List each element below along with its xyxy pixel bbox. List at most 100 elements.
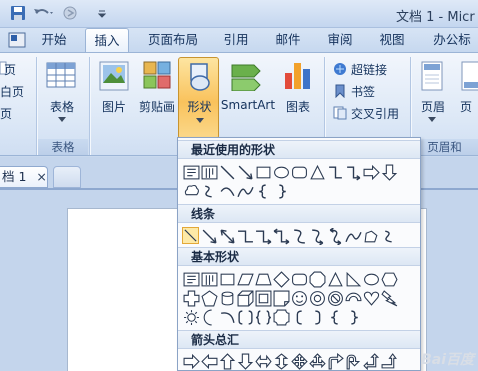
arrow-line-shape-icon[interactable]	[237, 164, 254, 181]
undo-icon[interactable]	[32, 5, 54, 23]
customize-qat-icon[interactable]	[98, 5, 106, 23]
diamond-shape-icon[interactable]	[273, 271, 290, 288]
curved-arrow-connector-shape-icon[interactable]	[309, 228, 326, 245]
up-down-arrow-shape-icon[interactable]	[273, 353, 290, 370]
textbox-shape-icon[interactable]	[183, 164, 200, 181]
header-button-label[interactable]: 页眉	[416, 98, 450, 115]
hyperlink-item[interactable]: 超链接	[351, 61, 387, 78]
table-button-label[interactable]: 表格	[44, 98, 80, 115]
rectangle-shape-icon[interactable]	[255, 164, 272, 181]
elbow-connector-shape-icon[interactable]	[237, 228, 254, 245]
double-arrow-shape-icon[interactable]	[219, 228, 236, 245]
textbox-shape-icon[interactable]	[183, 271, 200, 288]
table-icon[interactable]	[46, 61, 76, 91]
left-right-arrow-shape-icon[interactable]	[255, 353, 272, 370]
line-shape-selected[interactable]	[182, 227, 199, 244]
cloud-callout-shape-icon[interactable]	[183, 183, 200, 200]
smartart-icon[interactable]	[230, 61, 262, 91]
tab-insert[interactable]: 插入	[85, 28, 129, 52]
can-shape-icon[interactable]	[219, 290, 236, 307]
bookmark-icon[interactable]	[333, 84, 347, 98]
close-icon[interactable]: ×	[36, 169, 46, 184]
page-break-item[interactable]: 页	[0, 105, 12, 122]
pentagon-shape-icon[interactable]	[201, 290, 218, 307]
picture-icon[interactable]	[99, 61, 129, 91]
cube-shape-icon[interactable]	[237, 290, 254, 307]
save-icon[interactable]	[10, 5, 26, 23]
plaque-shape-icon[interactable]	[273, 309, 290, 326]
heart-shape-icon[interactable]	[363, 290, 380, 307]
hyperlink-icon[interactable]	[333, 62, 347, 76]
curve-shape-icon[interactable]	[345, 228, 362, 245]
block-arc-shape-icon[interactable]	[345, 290, 362, 307]
left-bracket-shape-icon[interactable]	[291, 309, 308, 326]
left-brace-shape-icon[interactable]	[327, 309, 344, 326]
left-brace-shape-icon[interactable]	[255, 183, 272, 200]
up-arrow-shape-icon[interactable]	[219, 353, 236, 370]
elbow-arrow-connector-shape-icon[interactable]	[255, 228, 272, 245]
cross-reference-icon[interactable]	[333, 106, 347, 120]
tab-page-layout[interactable]: 页面布局	[140, 28, 206, 52]
rounded-rectangle-shape-icon[interactable]	[291, 164, 308, 181]
cross-reference-item[interactable]: 交叉引用	[351, 105, 399, 122]
arrow-shape-icon[interactable]	[201, 228, 218, 245]
trapezoid-shape-icon[interactable]	[255, 271, 272, 288]
triangle-shape-icon[interactable]	[309, 164, 326, 181]
curve-shape-icon[interactable]	[237, 183, 254, 200]
scribble-shape-icon[interactable]	[381, 228, 398, 245]
oval-shape-icon[interactable]	[363, 271, 380, 288]
bevel-shape-icon[interactable]	[255, 290, 272, 307]
tab-references[interactable]: 引用	[216, 28, 256, 52]
shapes-button[interactable]: 形状	[178, 57, 219, 139]
oval-shape-icon[interactable]	[273, 164, 290, 181]
chart-button-label[interactable]: 图表	[280, 98, 316, 115]
right-triangle-shape-icon[interactable]	[345, 271, 362, 288]
parallelogram-shape-icon[interactable]	[237, 271, 254, 288]
smartart-button-label[interactable]: SmartArt	[220, 98, 276, 112]
right-brace-shape-icon[interactable]	[345, 309, 362, 326]
lightning-bolt-shape-icon[interactable]	[381, 290, 398, 307]
right-arrow-shape-icon[interactable]	[363, 164, 380, 181]
bookmark-item[interactable]: 书签	[351, 83, 375, 100]
rounded-rectangle-shape-icon[interactable]	[291, 271, 308, 288]
tab-home[interactable]: 开始	[34, 28, 74, 52]
u-turn-arrow-shape-icon[interactable]	[345, 353, 362, 370]
octagon-shape-icon[interactable]	[309, 271, 326, 288]
picture-button-label[interactable]: 图片	[96, 98, 132, 115]
triangle-shape-icon[interactable]	[327, 271, 344, 288]
freeform-shape-icon[interactable]	[363, 228, 380, 245]
no-symbol-shape-icon[interactable]	[327, 290, 344, 307]
clipart-icon[interactable]	[143, 61, 171, 91]
footer-button-label[interactable]: 页	[460, 98, 478, 115]
left-right-up-arrow-shape-icon[interactable]	[309, 353, 326, 370]
elbow-connector-shape-icon[interactable]	[327, 164, 344, 181]
smiley-face-shape-icon[interactable]	[291, 290, 308, 307]
vertical-textbox-shape-icon[interactable]	[201, 164, 218, 181]
arc-shape-icon[interactable]	[219, 183, 236, 200]
header-icon[interactable]	[420, 61, 444, 91]
line-shape-icon[interactable]	[219, 164, 236, 181]
tab-office-tools[interactable]: 办公标	[424, 28, 478, 52]
left-up-arrow-shape-icon[interactable]	[363, 353, 380, 370]
redo-icon[interactable]	[62, 5, 84, 23]
moon-shape-icon[interactable]	[201, 309, 218, 326]
cross-shape-icon[interactable]	[183, 290, 200, 307]
document-tab[interactable]: 档 1 ×	[0, 166, 48, 188]
right-bracket-shape-icon[interactable]	[309, 309, 326, 326]
tab-view[interactable]: 视图	[372, 28, 412, 52]
tab-review[interactable]: 审阅	[320, 28, 360, 52]
sun-shape-icon[interactable]	[183, 309, 200, 326]
hexagon-shape-icon[interactable]	[381, 271, 398, 288]
dropdown-arrow-icon[interactable]	[428, 117, 436, 123]
folded-corner-shape-icon[interactable]	[273, 290, 290, 307]
new-tab-button[interactable]	[53, 166, 81, 188]
bent-arrow-shape-icon[interactable]	[327, 353, 344, 370]
down-arrow-shape-icon[interactable]	[381, 164, 398, 181]
office-button-icon[interactable]	[8, 31, 26, 49]
down-arrow-shape-icon[interactable]	[237, 353, 254, 370]
right-brace-shape-icon[interactable]	[273, 183, 290, 200]
bent-up-arrow-shape-icon[interactable]	[381, 353, 398, 370]
tab-mailings[interactable]: 邮件	[268, 28, 308, 52]
double-brace-shape-icon[interactable]	[255, 309, 272, 326]
footer-icon[interactable]	[460, 61, 478, 91]
